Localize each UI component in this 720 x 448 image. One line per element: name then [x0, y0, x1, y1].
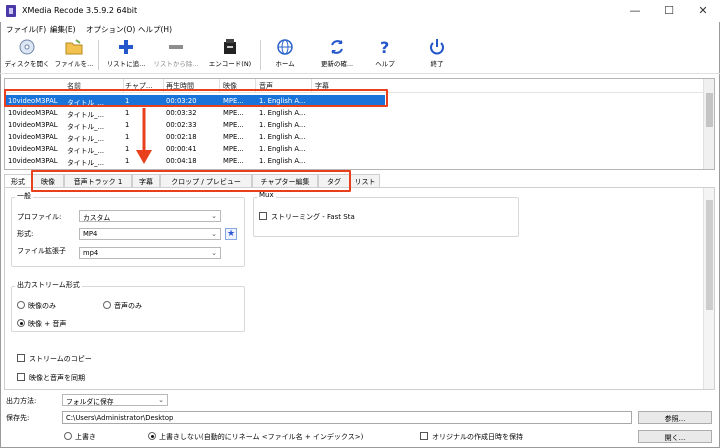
remove-from-list-button[interactable]: リストから除...	[150, 38, 202, 72]
stream-copy-checkbox[interactable]	[17, 354, 25, 362]
table-row[interactable]: 10videoM3PAL タイトル_... 1 00:02:18 MPE... …	[5, 131, 385, 143]
menu-file[interactable]: ファイル(F)	[6, 24, 46, 35]
extension-select[interactable]: mp4 ⌄	[79, 247, 221, 259]
menu-options[interactable]: オプション(O)	[86, 24, 135, 35]
tab-format[interactable]: 形式	[4, 174, 32, 187]
overwrite-radio[interactable]	[64, 432, 72, 440]
panel-scrollbar[interactable]	[703, 188, 714, 389]
table-row[interactable]: 10videoM3PAL タイトル_... 1 00:02:33 MPE... …	[5, 119, 385, 131]
overwrite-label: 上書き	[75, 433, 96, 441]
window-title: XMedia Recode 3.5.9.2 64bit	[22, 6, 138, 15]
keep-date-label: オリジナルの作成日時を保持	[432, 433, 523, 441]
encode-button[interactable]: エンコード(N)	[206, 38, 254, 72]
menu-edit[interactable]: 編集(E)	[50, 24, 76, 35]
encode-icon	[220, 38, 240, 56]
extension-label: ファイル拡張子	[17, 247, 66, 255]
plus-icon	[116, 38, 136, 56]
save-to-label: 保存先:	[6, 414, 30, 422]
app-logo-icon	[6, 5, 16, 17]
exit-button[interactable]: 終了	[420, 38, 454, 72]
tab-list[interactable]: リスト	[350, 174, 380, 187]
format-panel: 一般 プロファイル: カスタム ⌄ 形式: MP4 ⌄ ★ ファイル拡張子 mp4 ⌄…	[4, 187, 715, 390]
open-disc-button[interactable]: ディスクを開く	[4, 38, 50, 72]
no-overwrite-radio[interactable]	[148, 432, 156, 440]
scroll-thumb[interactable]	[706, 93, 713, 127]
video-only-radio[interactable]	[17, 301, 25, 309]
globe-icon	[275, 38, 295, 56]
close-button[interactable]: ✕	[686, 0, 720, 22]
save-path-input[interactable]: C:\Users\Administrator\Desktop	[62, 411, 632, 424]
minimize-button[interactable]: —	[618, 0, 652, 22]
keep-date-checkbox[interactable]	[420, 432, 428, 440]
no-overwrite-label: 上書きしない(自動的にリネーム <ファイル名 + インデックス>)	[159, 433, 364, 441]
list-scrollbar[interactable]	[703, 79, 714, 169]
streaming-checkbox[interactable]	[259, 212, 267, 220]
arrow-down-icon	[136, 108, 152, 164]
output-stream-group-label: 出力ストリーム形式	[15, 280, 82, 290]
folder-open-icon	[64, 38, 84, 56]
menu-help[interactable]: ヘルプ(H)	[138, 24, 172, 35]
output-method-label: 出力方法:	[6, 397, 37, 405]
minus-icon	[166, 38, 186, 56]
sync-av-label: 映像と音声を同期	[29, 374, 85, 382]
chevron-down-icon: ⌄	[211, 249, 217, 257]
format-select[interactable]: MP4 ⌄	[79, 228, 221, 240]
general-group-label: 一般	[15, 191, 33, 201]
home-button[interactable]: ホーム	[268, 38, 302, 72]
chevron-down-icon: ⌄	[211, 212, 217, 220]
format-label: 形式:	[17, 230, 34, 238]
favorite-star-icon[interactable]: ★	[225, 228, 237, 240]
question-icon: ?	[375, 38, 395, 57]
table-row[interactable]: 10videoM3PAL タイトル_... 1 00:03:32 MPE... …	[5, 107, 385, 119]
power-icon	[427, 38, 447, 56]
highlight-tabs	[31, 170, 351, 192]
maximize-button[interactable]: ☐	[652, 0, 686, 22]
profile-label: プロファイル:	[17, 213, 62, 221]
sync-av-checkbox[interactable]	[17, 373, 25, 381]
profile-select[interactable]: カスタム ⌄	[79, 210, 221, 222]
add-to-list-button[interactable]: リストに追...	[104, 38, 148, 72]
highlight-selected-row	[4, 89, 388, 107]
video-audio-label: 映像 + 音声	[28, 320, 67, 328]
toolbar-separator	[260, 40, 261, 70]
browse-button[interactable]: 参照...	[638, 411, 712, 424]
chevron-down-icon: ⌄	[211, 230, 217, 238]
stream-copy-label: ストリームのコピー	[29, 355, 92, 363]
open-file-button[interactable]: ファイルを...	[54, 38, 94, 72]
output-method-select[interactable]: フォルダに保存 ⌄	[62, 394, 168, 406]
table-row[interactable]: 10videoM3PAL タイトル_... 1 00:04:18 MPE... …	[5, 155, 385, 167]
svg-text:?: ?	[380, 38, 389, 56]
refresh-icon	[327, 38, 347, 56]
audio-only-label: 音声のみ	[114, 302, 142, 310]
check-updates-button[interactable]: 更新の確...	[314, 38, 360, 72]
audio-only-radio[interactable]	[103, 301, 111, 309]
disc-icon	[17, 38, 37, 56]
scroll-thumb[interactable]	[706, 200, 713, 310]
table-row[interactable]: 10videoM3PAL タイトル_... 1 00:00:41 MPE... …	[5, 143, 385, 155]
chevron-down-icon: ⌄	[158, 396, 164, 404]
mux-group-label: Mux	[257, 191, 276, 199]
help-button[interactable]: ? ヘルプ	[368, 38, 402, 72]
video-audio-radio[interactable]	[17, 319, 25, 327]
open-folder-button[interactable]: 開く...	[638, 430, 712, 443]
video-only-label: 映像のみ	[28, 302, 56, 310]
streaming-label: ストリーミング - Fast Sta	[271, 213, 355, 221]
toolbar-separator	[98, 40, 99, 70]
